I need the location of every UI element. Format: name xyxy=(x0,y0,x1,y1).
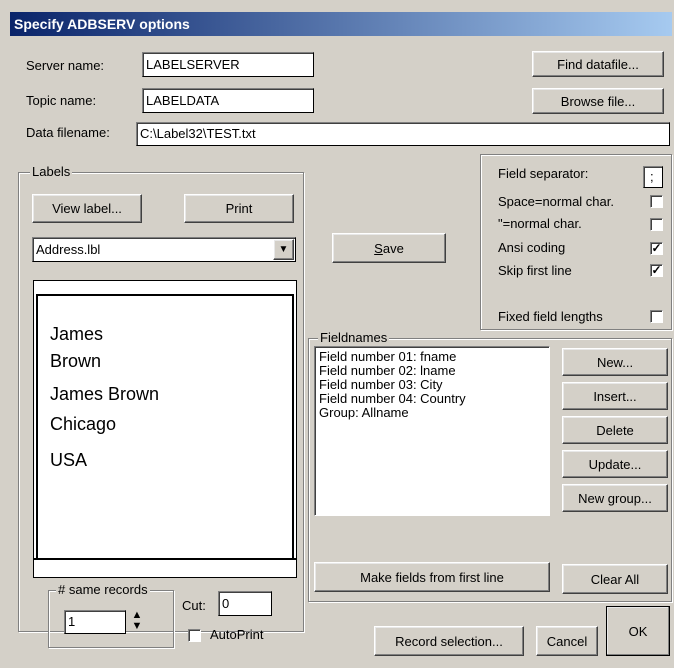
fieldnames-group-title: Fieldnames xyxy=(318,330,390,345)
space-normal-label: Space=normal char. xyxy=(498,194,614,209)
preview-line: Brown xyxy=(50,351,102,371)
find-datafile-button[interactable]: Find datafile... xyxy=(532,51,664,77)
ansi-coding-checkbox[interactable]: ✓ xyxy=(650,242,663,255)
spin-down-icon[interactable]: ▼ xyxy=(128,621,146,632)
ansi-coding-label: Ansi coding xyxy=(498,240,566,255)
quote-normal-label: "=normal char. xyxy=(498,216,582,231)
title-bar: Specify ADBSERV options xyxy=(10,12,672,36)
dialog-window: Specify ADBSERV options Server name: LAB… xyxy=(0,0,674,668)
cut-label: Cut: xyxy=(182,598,206,613)
same-records-title: # same records xyxy=(56,582,150,597)
field-separator-input[interactable]: ; xyxy=(643,166,663,188)
browse-file-button[interactable]: Browse file... xyxy=(532,88,664,114)
skip-first-line-checkbox[interactable]: ✓ xyxy=(650,264,663,277)
list-item[interactable]: Field number 04: Country xyxy=(319,392,545,406)
same-records-spinner[interactable]: ▲ ▼ xyxy=(128,610,146,634)
server-name-label: Server name: xyxy=(26,58,105,73)
fixed-field-lengths-checkbox[interactable] xyxy=(650,310,663,323)
record-selection-button[interactable]: Record selection... xyxy=(374,626,524,656)
list-item[interactable]: Group: Allname xyxy=(319,406,545,420)
label-select-dropdown-button[interactable]: ▼ xyxy=(273,239,294,260)
preview-line: Chicago xyxy=(50,414,117,434)
print-button[interactable]: Print xyxy=(184,194,294,223)
data-filename-input[interactable]: C:\Label32\TEST.txt xyxy=(136,122,670,146)
fixed-field-lengths-label: Fixed field lengths xyxy=(498,309,603,324)
chevron-down-icon: ▼ xyxy=(278,244,289,255)
label-select-value: Address.lbl xyxy=(36,242,101,257)
ok-button[interactable]: OK xyxy=(606,606,670,656)
quote-normal-checkbox[interactable] xyxy=(650,218,663,231)
update-field-button[interactable]: Update... xyxy=(562,450,668,478)
fieldnames-list[interactable]: Field number 01: fname Field number 02: … xyxy=(314,346,550,516)
checkmark-icon: ✓ xyxy=(651,263,662,277)
cut-input[interactable]: 0 xyxy=(218,591,272,616)
data-filename-label: Data filename: xyxy=(26,125,110,140)
save-button[interactable]: Save xyxy=(332,233,446,263)
label-select[interactable]: Address.lbl xyxy=(32,237,296,262)
list-item[interactable]: Field number 02: lname xyxy=(319,364,545,378)
new-field-button[interactable]: New... xyxy=(562,348,668,376)
preview-line: James Brown xyxy=(50,384,160,404)
space-normal-checkbox[interactable] xyxy=(650,195,663,208)
preview-line: USA xyxy=(50,450,88,470)
skip-first-line-label: Skip first line xyxy=(498,263,572,278)
delete-field-button[interactable]: Delete xyxy=(562,416,668,444)
list-item[interactable]: Field number 03: City xyxy=(319,378,545,392)
same-records-input[interactable]: 1 xyxy=(64,610,126,634)
preview-line: James xyxy=(50,324,104,344)
make-fields-from-first-line-button[interactable]: Make fields from first line xyxy=(314,562,550,592)
insert-field-button[interactable]: Insert... xyxy=(562,382,668,410)
save-button-label: ave xyxy=(382,240,404,256)
label-preview-divider xyxy=(33,558,297,560)
autoprint-checkbox[interactable] xyxy=(188,629,201,642)
field-separator-label: Field separator: xyxy=(498,166,589,181)
checkmark-icon: ✓ xyxy=(651,241,662,255)
save-button-mnemonic: S xyxy=(374,240,383,256)
topic-name-input[interactable]: LABELDATA xyxy=(142,88,314,113)
topic-name-label: Topic name: xyxy=(26,93,97,108)
list-item[interactable]: Field number 01: fname xyxy=(319,350,545,364)
clear-all-button[interactable]: Clear All xyxy=(562,564,668,594)
new-group-button[interactable]: New group... xyxy=(562,484,668,512)
view-label-button[interactable]: View label... xyxy=(32,194,142,223)
labels-group-title: Labels xyxy=(30,164,73,179)
server-name-input[interactable]: LABELSERVER xyxy=(142,52,314,77)
autoprint-label: AutoPrint xyxy=(210,627,264,642)
cancel-button[interactable]: Cancel xyxy=(536,626,598,656)
